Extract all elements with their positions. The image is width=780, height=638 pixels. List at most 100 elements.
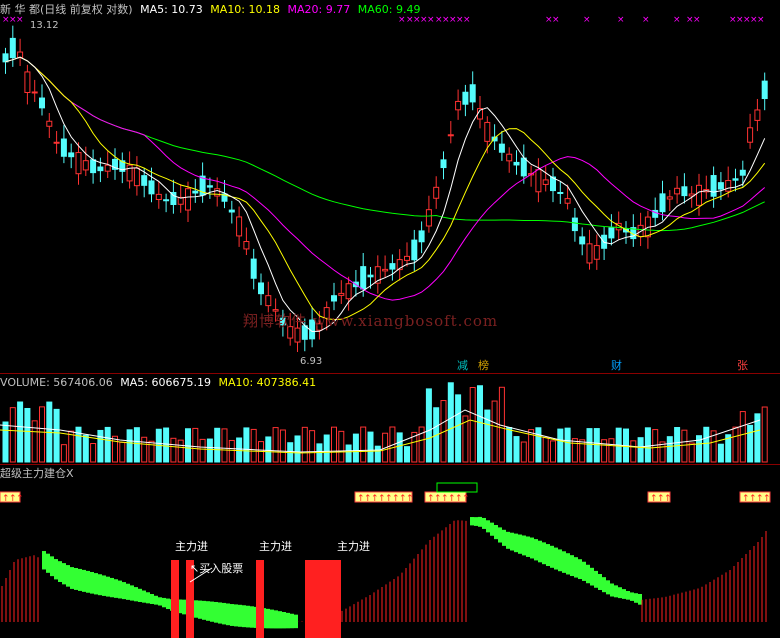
oscillator-band: [598, 574, 602, 590]
oscillator-band: [542, 542, 546, 565]
volume-bar: [177, 439, 184, 463]
oscillator-band: [526, 536, 530, 557]
oscillator-band: [626, 591, 630, 600]
candle-body: [666, 196, 673, 200]
oscillator-band: [294, 614, 298, 629]
oscillator-band: [122, 582, 126, 600]
oscillator-band: [538, 540, 542, 563]
event-mark-list[interactable]: 榜: [476, 359, 491, 373]
oscillator-band: [482, 517, 486, 529]
oscillator-band: [550, 545, 554, 568]
candle-body: [68, 152, 75, 158]
volume-bar: [133, 427, 140, 463]
candle-body: [185, 188, 191, 211]
candle-body: [681, 186, 688, 197]
candle-body: [250, 258, 257, 279]
volume-bar: [557, 428, 564, 463]
oscillator-band: [238, 604, 242, 627]
oscillator-band: [114, 579, 118, 598]
volume-bar: [688, 442, 695, 463]
oscillator-band: [290, 613, 294, 629]
panel-separator-volume: [0, 464, 780, 465]
flag-marker: ×: [757, 15, 765, 25]
event-mark-rise[interactable]: 张: [735, 359, 750, 373]
signal-outline: [436, 482, 478, 493]
candle-body: [75, 152, 82, 175]
oscillator-band: [558, 549, 562, 572]
oscillator-band: [594, 570, 598, 588]
oscillator-band: [474, 517, 478, 526]
volume-bar: [586, 428, 593, 463]
volume-bar: [404, 446, 410, 463]
volume-bar: [455, 394, 462, 463]
ma20-value: MA20: 9.77: [287, 3, 351, 16]
candle-body: [674, 187, 681, 195]
volume-legend: VOLUME: 567406.06 MA5: 606675.19 MA10: 4…: [0, 377, 316, 389]
oscillator-band: [578, 559, 582, 580]
oscillator-band: [110, 577, 114, 598]
oscillator-band: [154, 595, 158, 605]
candle-body: [747, 127, 754, 143]
oscillator-band: [242, 605, 246, 628]
oscillator-band: [134, 587, 138, 602]
candle-body: [90, 159, 97, 174]
oscillator-band: [158, 597, 162, 606]
oscillator-band: [502, 529, 506, 546]
event-mark-finance[interactable]: 财: [609, 359, 624, 373]
volume-bar: [250, 428, 257, 463]
volume-bar: [637, 437, 644, 463]
candle-body: [425, 209, 432, 227]
oscillator-band: [634, 593, 638, 603]
oscillator-band: [194, 600, 198, 618]
candle-body: [97, 166, 104, 172]
volume-bar: [579, 439, 586, 463]
candle-body: [360, 266, 367, 290]
volume-bar: [104, 426, 111, 463]
candle-body: [455, 100, 462, 111]
volume-bar: [2, 421, 9, 463]
volume-bar: [571, 438, 578, 463]
oscillator-band: [614, 585, 618, 598]
candle-body: [498, 143, 505, 153]
volume-value: VOLUME: 567406.06: [0, 376, 113, 389]
signal-arrow: ↑: [16, 494, 24, 504]
volume-bar: [352, 433, 359, 463]
candle-body: [761, 80, 768, 100]
volume-bar: [666, 436, 673, 463]
oscillator-band: [534, 539, 538, 561]
buy-stock-label: ↖买入股票: [190, 562, 244, 575]
candle-body: [418, 230, 425, 243]
oscillator-band: [106, 576, 110, 597]
ma5-value: MA5: 10.73: [140, 3, 203, 16]
candle-body: [236, 216, 243, 237]
volume-bar: [644, 427, 651, 463]
volume-bar: [542, 437, 549, 463]
volume-bar: [90, 443, 97, 463]
candle-body: [608, 227, 615, 239]
volume-bar: [520, 441, 527, 463]
volume-bar: [60, 444, 67, 463]
main-force-bar: [256, 560, 264, 638]
candle-body: [411, 239, 418, 261]
candle-body: [39, 97, 45, 109]
volume-bar: [331, 426, 337, 463]
oscillator-band: [94, 573, 98, 595]
candle-body: [579, 236, 586, 245]
candle-body: [557, 191, 564, 194]
oscillator-band: [590, 567, 594, 586]
candle-body: [367, 274, 374, 278]
watermark: 翔博软件 www.xiangbosoft.com: [243, 312, 499, 330]
candle-body: [506, 153, 513, 162]
candle-body: [53, 141, 60, 144]
oscillator-band: [222, 602, 226, 625]
volume-bar: [214, 427, 221, 463]
oscillator-band: [514, 533, 518, 553]
event-mark-reduce[interactable]: 减: [455, 359, 470, 373]
volume-bar: [141, 436, 148, 463]
oscillator-band: [530, 537, 534, 559]
candle-body: [484, 121, 491, 142]
volume-bar: [425, 388, 432, 463]
candle-body: [710, 175, 717, 197]
candle-body: [133, 167, 140, 187]
volume-bar: [747, 424, 754, 463]
